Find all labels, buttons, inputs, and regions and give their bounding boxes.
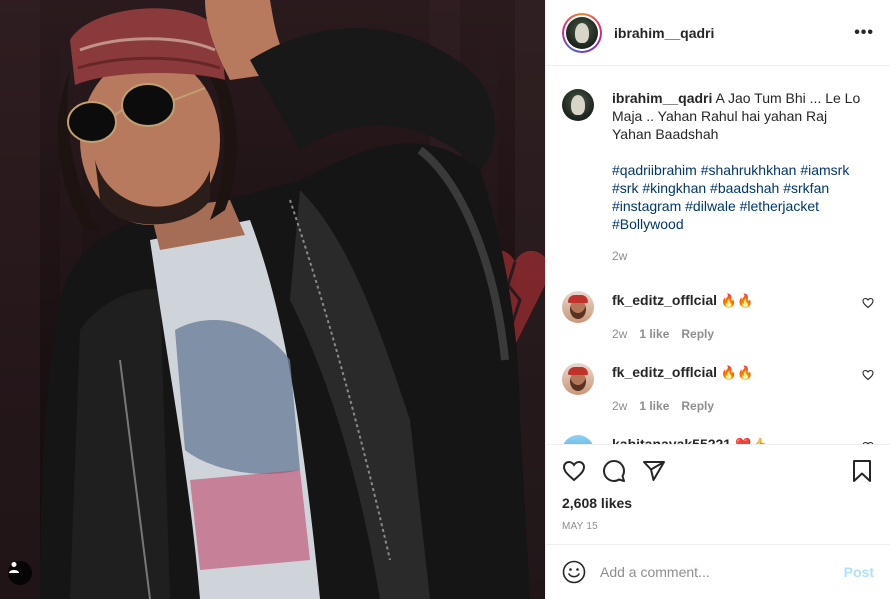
- tagged-users-button[interactable]: [8, 561, 32, 585]
- comment-time[interactable]: 2w: [612, 397, 627, 415]
- action-icons: [546, 445, 890, 483]
- comment-username[interactable]: fk_editz_offlcial: [612, 364, 717, 380]
- heart-icon[interactable]: [562, 459, 586, 483]
- caption-hashtags[interactable]: #qadriibrahim #shahrukhkhan #iamsrk #srk…: [612, 161, 862, 233]
- caption-username[interactable]: ibrahim__qadri: [612, 90, 712, 106]
- reply-button[interactable]: Reply: [681, 325, 714, 343]
- post-actions: 2,608 likes MAY 15 Post: [546, 444, 890, 599]
- comment-like-icon[interactable]: [862, 369, 874, 381]
- comment-avatar[interactable]: [562, 291, 594, 323]
- comment-likes[interactable]: 1 like: [639, 325, 669, 343]
- share-icon[interactable]: [642, 459, 666, 483]
- post-comment-button[interactable]: Post: [844, 564, 874, 580]
- add-comment-bar: Post: [546, 544, 890, 599]
- avatar-image: [566, 16, 598, 49]
- comment-text: 🔥🔥: [720, 366, 754, 381]
- comment-like-icon[interactable]: [862, 297, 874, 309]
- comment-time[interactable]: 2w: [612, 325, 627, 343]
- caption: ibrahim__qadri A Jao Tum Bhi ... Le Lo M…: [562, 89, 874, 265]
- comment-meta: 2w 1 like Reply: [612, 397, 862, 415]
- author-avatar[interactable]: [562, 12, 602, 53]
- comments-list[interactable]: ibrahim__qadri A Jao Tum Bhi ... Le Lo M…: [546, 67, 890, 444]
- post-details-panel: ibrahim__qadri ••• ibrahim__qadri A Jao …: [545, 0, 890, 599]
- comment-avatar[interactable]: [562, 435, 594, 444]
- comment-item: kabitanayak55221 ❤️👍: [562, 435, 874, 444]
- comment-item: fk_editz_offlcial 🔥🔥 2w 1 like Reply: [562, 363, 874, 415]
- author-username[interactable]: ibrahim__qadri: [614, 25, 714, 41]
- comment-icon[interactable]: [602, 459, 626, 483]
- reply-button[interactable]: Reply: [681, 397, 714, 415]
- likes-count[interactable]: 2,608 likes: [546, 483, 890, 511]
- emoji-icon[interactable]: [562, 560, 586, 584]
- post-photo: [0, 0, 545, 599]
- post-media[interactable]: [0, 0, 545, 599]
- comment-body: fk_editz_offlcial 🔥🔥 2w 1 like Reply: [612, 363, 862, 415]
- comment-item: fk_editz_offlcial 🔥🔥 2w 1 like Reply: [562, 291, 874, 343]
- comment-likes[interactable]: 1 like: [639, 397, 669, 415]
- comment-body: fk_editz_offlcial 🔥🔥 2w 1 like Reply: [612, 291, 862, 343]
- comment-body: kabitanayak55221 ❤️👍: [612, 435, 862, 444]
- bookmark-icon[interactable]: [850, 459, 874, 483]
- caption-body: ibrahim__qadri A Jao Tum Bhi ... Le Lo M…: [612, 89, 862, 265]
- more-options-icon[interactable]: •••: [854, 24, 874, 42]
- user-tag-icon: [9, 562, 19, 573]
- comment-meta: 2w 1 like Reply: [612, 325, 862, 343]
- post-date[interactable]: MAY 15: [546, 511, 890, 532]
- comment-avatar[interactable]: [562, 363, 594, 395]
- caption-time[interactable]: 2w: [612, 247, 627, 265]
- caption-meta: 2w: [612, 247, 862, 265]
- comment-username[interactable]: kabitanayak55221: [612, 436, 731, 444]
- caption-avatar[interactable]: [562, 89, 594, 121]
- comment-username[interactable]: fk_editz_offlcial: [612, 292, 717, 308]
- comment-input[interactable]: [600, 564, 844, 580]
- post-header: ibrahim__qadri •••: [546, 0, 890, 66]
- comment-text: 🔥🔥: [720, 294, 754, 309]
